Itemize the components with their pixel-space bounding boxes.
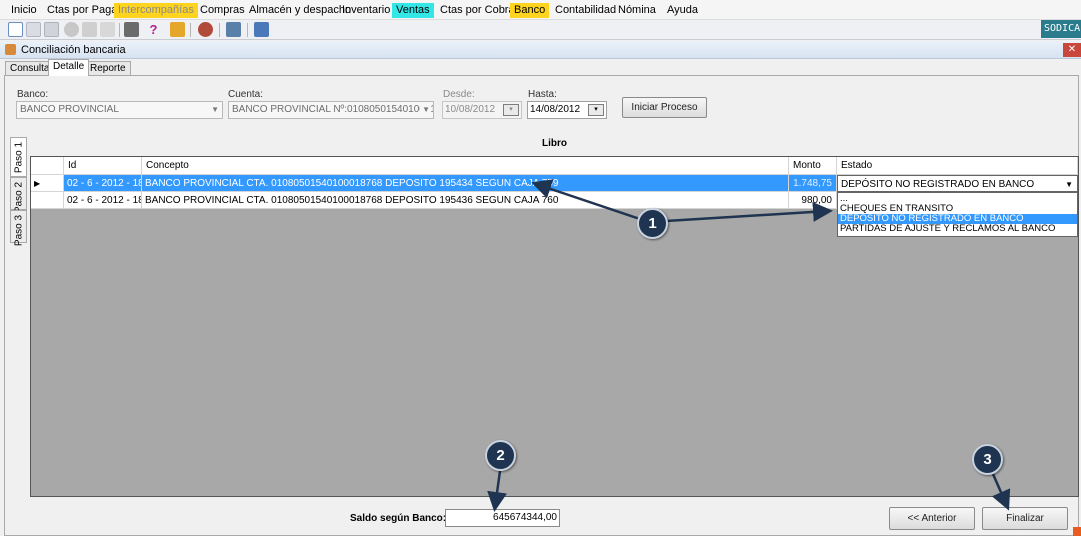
menu-bar: Inicio Ctas por Pagar Intercompañías Com… (0, 0, 1081, 20)
menu-nomina[interactable]: Nómina (614, 3, 660, 18)
cell-concepto[interactable]: BANCO PROVINCIAL CTA. 010805015401000187… (142, 175, 789, 192)
cell-monto[interactable]: 980,00 (789, 192, 837, 209)
estado-value: DEPÓSITO NO REGISTRADO EN BANCO (841, 179, 1035, 190)
banco-label: Banco: (17, 89, 49, 100)
annotation-badge-1: 1 (637, 208, 668, 239)
iniciar-proceso-button[interactable]: Iniciar Proceso (622, 97, 707, 118)
menu-inicio[interactable]: Inicio (7, 3, 41, 18)
menu-compras[interactable]: Compras (196, 3, 249, 18)
saldo-label: Saldo según Banco: (350, 513, 447, 524)
banco-select[interactable]: BANCO PROVINCIAL ▼ (16, 101, 223, 119)
tab-detalle[interactable]: Detalle (48, 59, 90, 76)
grid-title: Libro (542, 138, 567, 149)
desde-value: 10/08/2012 (445, 104, 496, 115)
toolbar-separator (247, 23, 248, 37)
paso-1-label: Paso 1 (13, 141, 25, 174)
cell-id[interactable]: 02 - 6 - 2012 - 180 (64, 192, 142, 209)
annotation-badge-2: 2 (485, 440, 516, 471)
cuenta-label: Cuenta: (228, 89, 264, 100)
tab-reporte[interactable]: Reporte (85, 61, 131, 76)
tool-icon[interactable] (254, 22, 269, 37)
chevron-down-icon: ▼ (420, 102, 430, 118)
finalizar-button[interactable]: Finalizar (982, 507, 1068, 530)
record-icon[interactable] (64, 22, 79, 37)
tab-paso-2[interactable]: Paso 2 (10, 177, 27, 213)
cell-concepto[interactable]: BANCO PROVINCIAL CTA. 010805015401000187… (142, 192, 789, 209)
tab-paso-3[interactable]: Paso 3 (10, 210, 27, 246)
hasta-date[interactable]: 14/08/2012 ▾ (527, 101, 607, 119)
close-button[interactable]: ✕ (1063, 43, 1081, 57)
row-selector (31, 192, 64, 209)
cell-id[interactable]: 02 - 6 - 2012 - 180 (64, 175, 142, 192)
menu-ctas-por-pagar[interactable]: Ctas por Pagar (43, 3, 125, 18)
menu-banco[interactable]: Banco (510, 3, 550, 18)
anterior-button[interactable]: << Anterior (889, 507, 975, 530)
new-document-icon[interactable] (8, 22, 23, 37)
tab-paso-1[interactable]: Paso 1 (10, 137, 27, 177)
menu-ventas[interactable]: Ventas (392, 3, 434, 18)
chevron-down-icon: ▼ (1065, 180, 1073, 189)
window-title: Conciliación bancaria (21, 44, 126, 56)
print-icon[interactable] (124, 22, 139, 37)
bank-icon[interactable] (226, 22, 241, 37)
menu-contabilidad[interactable]: Contabilidad (551, 3, 620, 18)
desde-label: Desde: (443, 89, 475, 100)
cup-icon[interactable] (198, 22, 213, 37)
column-header-id[interactable]: Id (64, 157, 142, 175)
row-selector-icon: ▶ (31, 175, 64, 192)
menu-ayuda[interactable]: Ayuda (663, 3, 702, 18)
cuenta-value: BANCO PROVINCIAL Nº:01080501540100018768 (232, 104, 433, 115)
hasta-label: Hasta: (528, 89, 557, 100)
column-header-estado[interactable]: Estado (837, 157, 1078, 175)
cuenta-select[interactable]: BANCO PROVINCIAL Nº:01080501540100018768… (228, 101, 434, 119)
cell-monto[interactable]: 1.748,75 (789, 175, 837, 192)
estado-dropdown-list: ... CHEQUES EN TRANSITO DEPÓSITO NO REGI… (837, 192, 1078, 237)
window-titlebar: Conciliación bancaria ✕ (0, 41, 1081, 59)
paso-3-label: Paso 3 (13, 214, 25, 247)
toolbar: ? (0, 20, 1081, 40)
calendar-icon: ▾ (503, 104, 519, 116)
column-header-concepto[interactable]: Concepto (142, 157, 789, 175)
toolbar-separator (190, 23, 191, 37)
desde-date[interactable]: 10/08/2012 ▾ (442, 101, 522, 119)
window-icon (5, 44, 16, 55)
calendar-icon: ▾ (588, 104, 604, 116)
annotation-badge-3: 3 (972, 444, 1003, 475)
hasta-value: 14/08/2012 (530, 104, 581, 115)
corner-mark (1073, 527, 1081, 536)
clean-icon[interactable] (170, 22, 185, 37)
menu-intercompanias[interactable]: Intercompañías (114, 3, 198, 18)
toolbar-separator (119, 23, 120, 37)
saldo-input[interactable]: 645674344,00 (445, 509, 560, 527)
row-header-corner (31, 157, 64, 175)
chevron-down-icon: ▼ (211, 105, 219, 114)
banco-value: BANCO PROVINCIAL (20, 104, 119, 115)
help-icon[interactable]: ? (146, 22, 161, 37)
lightning-icon[interactable] (100, 22, 115, 37)
open-icon[interactable] (26, 22, 41, 37)
save-icon[interactable] (44, 22, 59, 37)
estado-select[interactable]: DEPÓSITO NO REGISTRADO EN BANCO ▼ (837, 175, 1078, 192)
delete-icon[interactable] (82, 22, 97, 37)
menu-inventario[interactable]: Inventario (338, 3, 394, 18)
toolbar-separator (219, 23, 220, 37)
brand-logo: SODICA (1041, 20, 1081, 38)
column-header-monto[interactable]: Monto (789, 157, 837, 175)
dropdown-option[interactable]: PARTIDAS DE AJUSTE Y RECLAMOS AL BANCO (838, 224, 1077, 234)
